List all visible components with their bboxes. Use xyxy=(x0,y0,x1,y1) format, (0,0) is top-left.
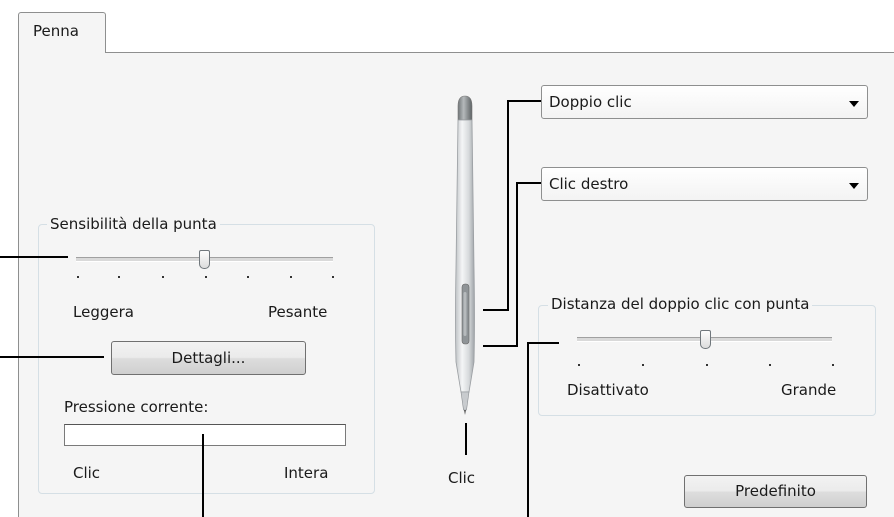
upper-button-connector xyxy=(507,100,509,310)
double-click-distance-slider-thumb[interactable] xyxy=(700,330,711,349)
callout-line xyxy=(527,342,529,517)
callout-line xyxy=(202,434,204,517)
tab-penna[interactable]: Penna xyxy=(18,12,106,53)
details-button-label: Dettagli... xyxy=(171,349,246,367)
lower-button-connector xyxy=(516,182,518,346)
lower-button-connector xyxy=(516,182,541,184)
current-pressure-meter xyxy=(64,424,346,446)
slider-tick xyxy=(769,364,771,366)
tip-sensitivity-legend: Sensibilità della punta xyxy=(47,215,220,233)
double-click-distance-max-label: Grande xyxy=(781,381,837,399)
double-click-distance-min-label: Disattivato xyxy=(567,381,649,399)
callout-line xyxy=(527,342,559,344)
upper-button-connector xyxy=(507,100,541,102)
upper-button-dropdown[interactable]: Doppio clic xyxy=(541,85,868,119)
default-button-label: Predefinito xyxy=(735,482,816,500)
slider-tick xyxy=(247,276,249,278)
upper-button-connector xyxy=(483,309,509,311)
tip-sensitivity-min-label: Leggera xyxy=(73,303,134,321)
lower-button-value: Clic destro xyxy=(549,175,629,193)
slider-tick xyxy=(578,364,580,366)
callout-line xyxy=(0,256,68,258)
slider-tick xyxy=(706,364,708,366)
tab-label: Penna xyxy=(33,22,79,40)
slider-tick xyxy=(832,364,834,366)
slider-tick xyxy=(332,276,334,278)
lower-button-connector xyxy=(483,345,518,347)
slider-tick xyxy=(162,276,164,278)
double-click-distance-group xyxy=(538,305,876,416)
chevron-down-icon xyxy=(849,183,859,189)
pen-illustration xyxy=(455,95,475,415)
slider-tick xyxy=(290,276,292,278)
chevron-down-icon xyxy=(849,101,859,107)
lower-button-dropdown[interactable]: Clic destro xyxy=(541,167,868,201)
pressure-max-label: Intera xyxy=(284,464,329,482)
tip-connector xyxy=(465,423,467,455)
details-button[interactable]: Dettagli... xyxy=(111,341,306,375)
slider-tick xyxy=(642,364,644,366)
slider-tick xyxy=(118,276,120,278)
tip-sensitivity-slider-thumb[interactable] xyxy=(199,250,210,269)
slider-tick xyxy=(205,276,207,278)
callout-line xyxy=(0,356,104,358)
slider-tick xyxy=(77,276,79,278)
default-button[interactable]: Predefinito xyxy=(684,475,867,508)
pressure-min-label: Clic xyxy=(73,464,101,482)
current-pressure-label: Pressione corrente: xyxy=(64,398,209,416)
tip-sensitivity-max-label: Pesante xyxy=(268,303,328,321)
pen-tip-label: Clic xyxy=(448,469,476,487)
upper-button-value: Doppio clic xyxy=(549,93,632,111)
double-click-distance-legend: Distanza del doppio clic con punta xyxy=(548,295,813,313)
